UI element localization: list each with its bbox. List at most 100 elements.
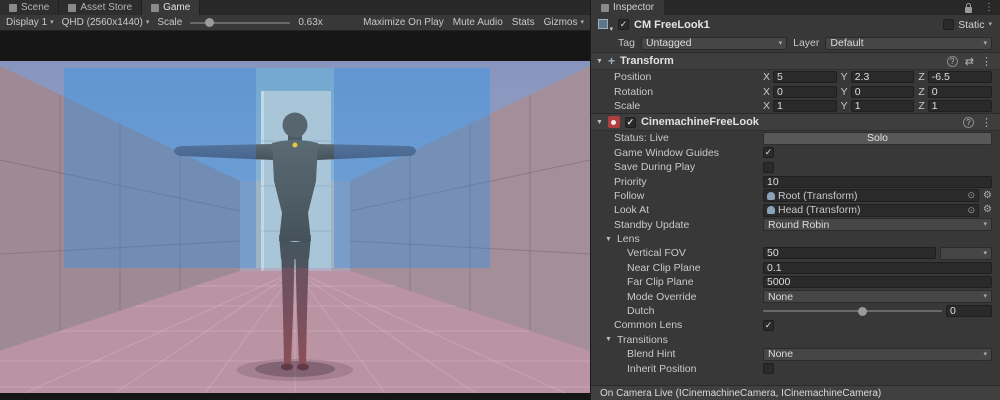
mode-override-value: None bbox=[768, 291, 979, 303]
foldout-icon: ▼ bbox=[605, 336, 612, 343]
scale-z-field[interactable]: 1 bbox=[928, 100, 992, 112]
game-toolbar: Display 1 ▾ QHD (2560x1440) ▾ Scale 0.63… bbox=[0, 15, 590, 31]
transform-icon: + bbox=[608, 55, 615, 67]
chevron-down-icon: ▾ bbox=[50, 19, 54, 26]
gizmos-dropdown[interactable]: Gizmos ▾ bbox=[544, 17, 584, 28]
chevron-down-icon: ▾ bbox=[779, 40, 783, 47]
help-icon[interactable]: ? bbox=[963, 117, 974, 128]
foldout-icon[interactable]: ▼ bbox=[596, 58, 603, 65]
follow-object-field[interactable]: Root (Transform) ⊙ bbox=[763, 189, 979, 202]
inherit-position-checkbox[interactable] bbox=[763, 363, 774, 374]
maximize-on-play-button[interactable]: Maximize On Play bbox=[363, 17, 444, 28]
tab-game[interactable]: Game bbox=[142, 0, 200, 15]
gameobject-icon[interactable]: ▾ bbox=[597, 18, 613, 31]
unity-editor-window: Scene Asset Store Game Display 1 ▾ QHD (… bbox=[0, 0, 1000, 400]
transform-ref-icon bbox=[767, 206, 775, 214]
mode-override-label: Mode Override bbox=[614, 291, 759, 303]
standby-update-dropdown[interactable]: Round Robin ▾ bbox=[763, 218, 992, 231]
rotation-z-field[interactable]: 0 bbox=[928, 86, 992, 98]
near-clip-field[interactable]: 0.1 bbox=[763, 262, 992, 274]
component-menu-icon[interactable]: ⋮ bbox=[981, 55, 992, 68]
far-clip-field[interactable]: 5000 bbox=[763, 276, 992, 288]
gameobject-name[interactable]: CM FreeLook1 bbox=[634, 19, 710, 31]
gameobject-header: ▾ ✓ CM FreeLook1 Static ▾ bbox=[591, 15, 1000, 34]
inspector-panel: Inspector ⋮ ▾ ✓ CM FreeLook1 Static ▾ Ta… bbox=[590, 0, 1000, 400]
tag-dropdown[interactable]: Untagged ▾ bbox=[641, 37, 787, 50]
lock-icon[interactable] bbox=[959, 0, 978, 15]
rotation-label: Rotation bbox=[614, 86, 759, 98]
game-toolbar-right: Maximize On Play Mute Audio Stats Gizmos… bbox=[363, 17, 584, 28]
transitions-foldout-label: Transitions bbox=[617, 334, 668, 346]
help-icon[interactable]: ? bbox=[947, 56, 958, 67]
vertical-fov-row: Vertical FOV 50 ▾ bbox=[591, 246, 1000, 260]
lens-foldout[interactable]: ▼ Lens bbox=[591, 232, 1000, 246]
chevron-down-icon: ▾ bbox=[983, 221, 987, 228]
cinemachine-header[interactable]: ▼ ✓ CinemachineFreeLook ? ⋮ bbox=[591, 113, 1000, 131]
scale-slider[interactable] bbox=[190, 22, 290, 24]
position-z-field[interactable]: -6.5 bbox=[928, 71, 992, 83]
stats-button[interactable]: Stats bbox=[512, 17, 535, 28]
blend-hint-row: Blend Hint None ▾ bbox=[591, 347, 1000, 361]
foldout-icon[interactable]: ▼ bbox=[596, 119, 603, 126]
look-at-row: Look At Head (Transform) ⊙ ⚙ bbox=[591, 203, 1000, 217]
position-y-field[interactable]: 2.3 bbox=[851, 71, 915, 83]
blend-hint-dropdown[interactable]: None ▾ bbox=[763, 348, 992, 361]
presets-icon[interactable]: ⇄ bbox=[965, 55, 974, 68]
position-row: Position X5 Y2.3 Z-6.5 bbox=[591, 70, 1000, 84]
look-at-object-field[interactable]: Head (Transform) ⊙ bbox=[763, 204, 979, 217]
far-clip-row: Far Clip Plane 5000 bbox=[591, 275, 1000, 289]
static-dropdown-icon[interactable]: ▾ bbox=[988, 21, 992, 28]
tab-inspector[interactable]: Inspector bbox=[591, 0, 664, 15]
object-picker-icon[interactable]: ⊙ bbox=[967, 191, 975, 200]
scale-slider-handle[interactable] bbox=[205, 18, 214, 27]
layer-dropdown[interactable]: Default ▾ bbox=[825, 37, 992, 50]
cinemachine-enabled-checkbox[interactable]: ✓ bbox=[625, 117, 636, 128]
common-lens-checkbox[interactable]: ✓ bbox=[763, 320, 774, 331]
status-row: Status: Live Solo bbox=[591, 131, 1000, 145]
gameobject-enabled-checkbox[interactable]: ✓ bbox=[618, 19, 629, 30]
object-picker-icon[interactable]: ⊙ bbox=[967, 206, 975, 215]
dutch-slider[interactable] bbox=[763, 310, 942, 312]
priority-row: Priority 10 bbox=[591, 174, 1000, 188]
scale-y-field[interactable]: 1 bbox=[851, 100, 915, 112]
tab-scene[interactable]: Scene bbox=[0, 0, 59, 15]
position-x-field[interactable]: 5 bbox=[773, 71, 837, 83]
priority-field[interactable]: 10 bbox=[763, 176, 992, 188]
display-dropdown[interactable]: Display 1 ▾ bbox=[6, 17, 54, 28]
look-at-value: Head (Transform) bbox=[778, 204, 964, 216]
save-during-play-checkbox[interactable] bbox=[763, 162, 774, 173]
game-viewport[interactable] bbox=[0, 31, 590, 400]
tabbar-spacer bbox=[664, 0, 959, 15]
lock-glyph bbox=[965, 7, 972, 13]
mute-audio-button[interactable]: Mute Audio bbox=[453, 17, 503, 28]
gear-icon[interactable]: ⚙ bbox=[983, 205, 992, 215]
resolution-dropdown-label: QHD (2560x1440) bbox=[62, 17, 143, 28]
inspector-menu-icon[interactable]: ⋮ bbox=[978, 0, 1000, 15]
scene-tab-icon bbox=[9, 4, 17, 12]
foldout-icon: ▼ bbox=[605, 236, 612, 243]
solo-button[interactable]: Solo bbox=[763, 132, 992, 145]
rotation-y-field[interactable]: 0 bbox=[851, 86, 915, 98]
dutch-slider-handle[interactable] bbox=[858, 307, 867, 316]
vertical-fov-field[interactable]: 50 bbox=[763, 247, 936, 259]
tag-label: Tag bbox=[618, 37, 635, 49]
dutch-field[interactable]: 0 bbox=[946, 305, 992, 317]
transform-ref-icon bbox=[767, 192, 775, 200]
gear-icon[interactable]: ⚙ bbox=[983, 191, 992, 201]
tab-asset-store[interactable]: Asset Store bbox=[59, 0, 142, 15]
cinemachine-title: CinemachineFreeLook bbox=[641, 116, 759, 128]
status-label: Status: Live bbox=[614, 132, 759, 144]
transitions-foldout[interactable]: ▼ Transitions bbox=[591, 333, 1000, 347]
camera-live-status-text: On Camera Live (ICinemachineCamera, ICin… bbox=[600, 388, 881, 399]
rotation-x-field[interactable]: 0 bbox=[773, 86, 837, 98]
scale-x-field[interactable]: 1 bbox=[773, 100, 837, 112]
transform-header[interactable]: ▼ + Transform ? ⇄ ⋮ bbox=[591, 52, 1000, 70]
game-window-guides-checkbox[interactable]: ✓ bbox=[763, 147, 774, 158]
mode-override-dropdown[interactable]: None ▾ bbox=[763, 290, 992, 303]
tab-game-label: Game bbox=[163, 2, 190, 13]
axis-z-label: Z bbox=[918, 86, 924, 98]
component-menu-icon[interactable]: ⋮ bbox=[981, 116, 992, 129]
resolution-dropdown[interactable]: QHD (2560x1440) ▾ bbox=[62, 17, 150, 28]
fov-preset-dropdown[interactable]: ▾ bbox=[940, 247, 992, 260]
static-checkbox[interactable] bbox=[943, 19, 954, 30]
